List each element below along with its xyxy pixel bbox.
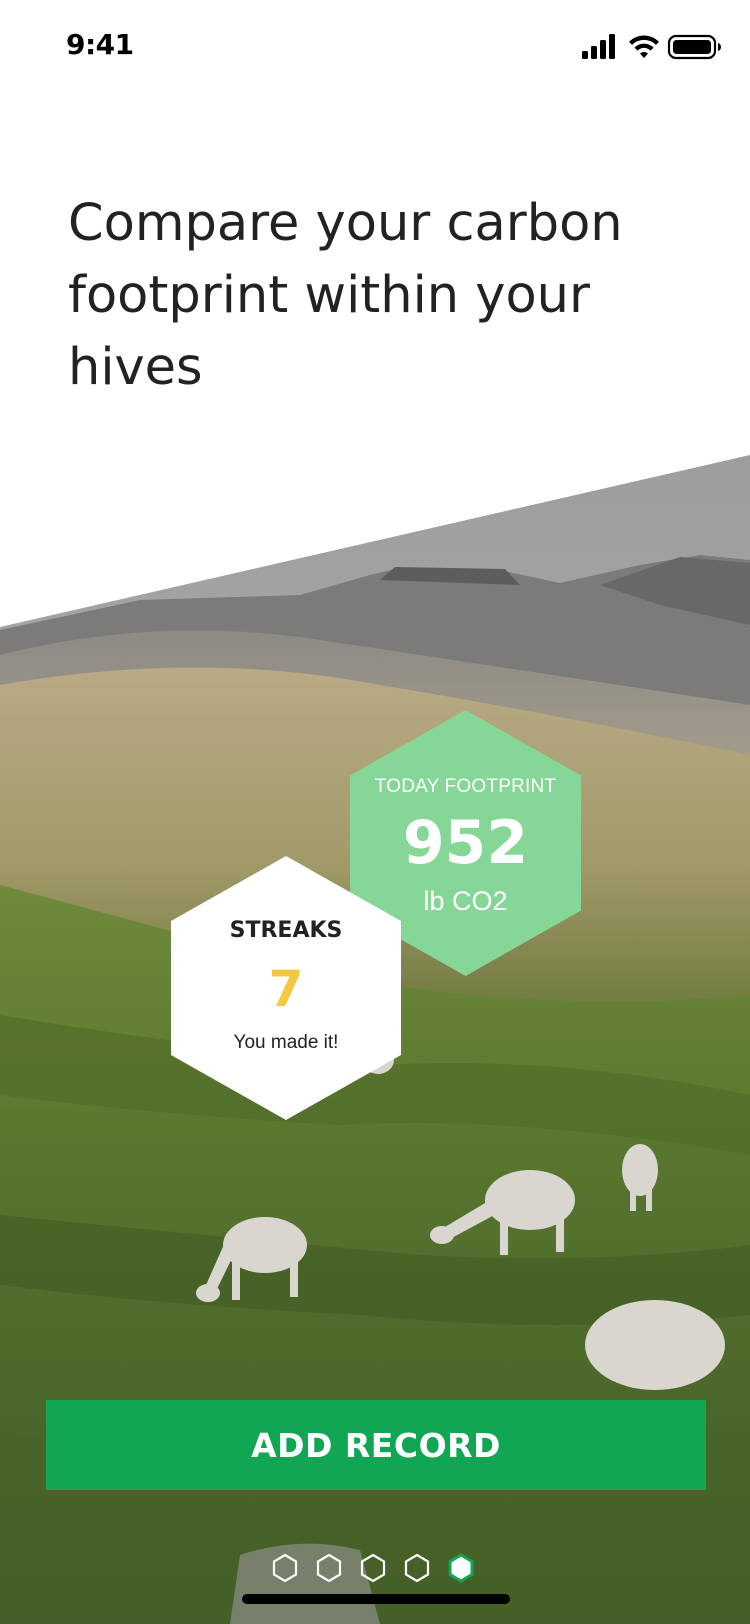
hexagon-icon[interactable]	[358, 1552, 388, 1584]
add-record-button[interactable]: ADD RECORD	[46, 1400, 706, 1490]
streaks-card: STREAKS 7 You made it!	[169, 854, 403, 1122]
hexagon-icon[interactable]	[402, 1552, 432, 1584]
signal-icon	[582, 34, 615, 59]
battery-icon	[667, 34, 721, 60]
streaks-subtitle: You made it!	[233, 1032, 339, 1053]
status-icons	[582, 34, 721, 60]
footprint-label: TODAY FOOTPRINT	[374, 776, 557, 797]
status-bar: 9:41	[0, 0, 750, 96]
hexagon-icon-active[interactable]	[446, 1552, 476, 1584]
onboarding-headline: Compare your carbon footprint within you…	[68, 194, 623, 397]
status-time: 9:41	[66, 28, 134, 61]
hexagon-icon[interactable]	[314, 1552, 344, 1584]
streaks-value: 7	[268, 960, 304, 1018]
hexagon-icon[interactable]	[270, 1552, 300, 1584]
home-indicator[interactable]	[242, 1594, 510, 1604]
wifi-icon	[629, 35, 659, 58]
page-indicator	[270, 1552, 480, 1584]
streaks-label: STREAKS	[229, 918, 343, 943]
